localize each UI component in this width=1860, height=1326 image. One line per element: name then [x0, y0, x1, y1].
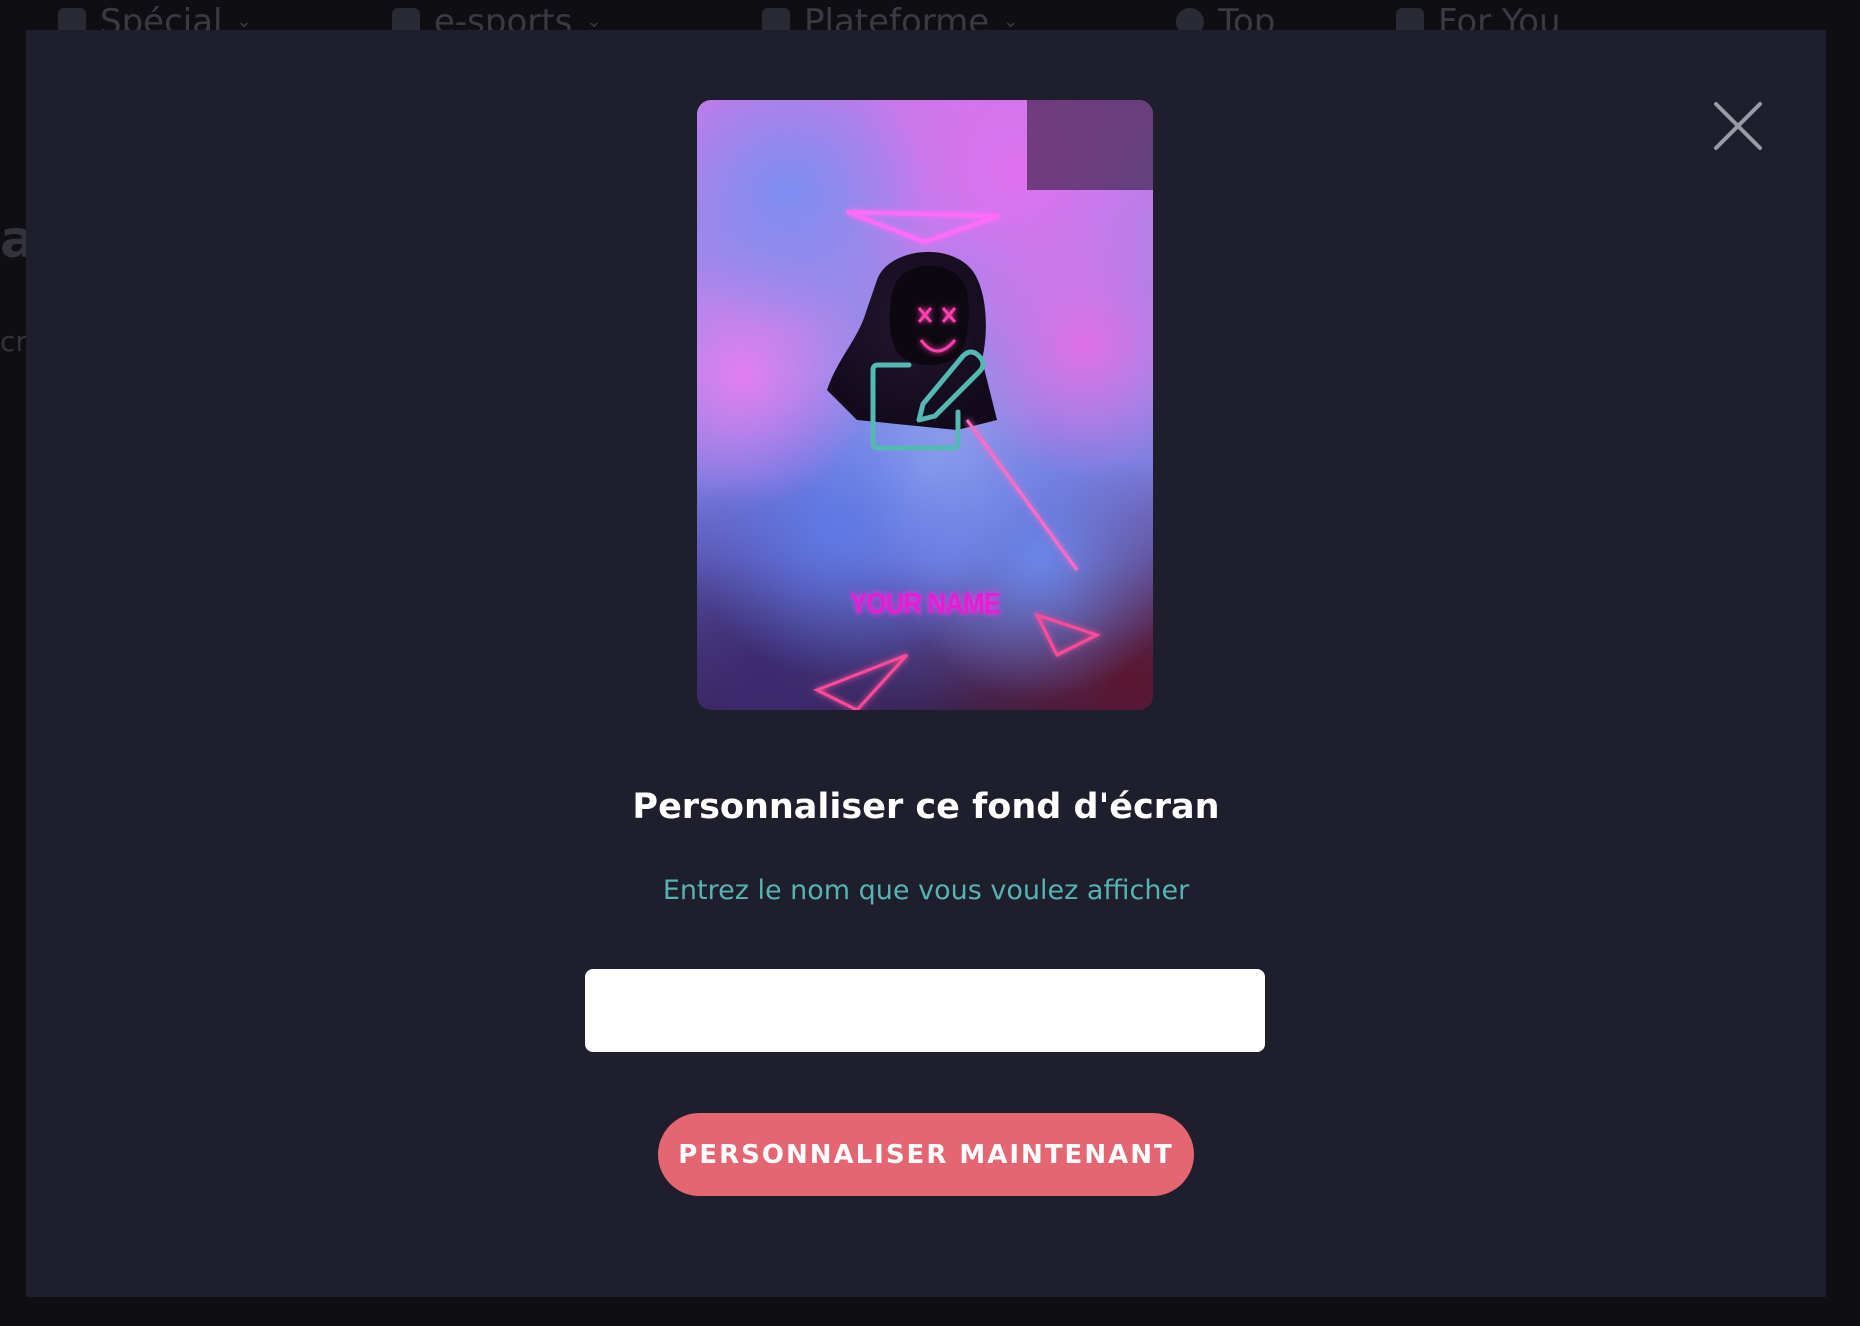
- nav-item-top: Top: [1176, 2, 1275, 30]
- wallpaper-preview[interactable]: YOUR NAME: [697, 100, 1153, 710]
- chevron-down-icon: ⌄: [586, 11, 602, 30]
- nav-item-label: For You: [1438, 2, 1561, 30]
- chevron-down-icon: ⌄: [236, 11, 252, 30]
- background-nav-bar: Spécial ⌄ e-sports ⌄ Plateforme ⌄ Top Fo…: [0, 0, 1860, 30]
- nav-item-for-you: For You: [1396, 2, 1561, 30]
- controller-icon: [392, 8, 420, 30]
- modal-subtitle: Entrez le nom que vous voulez afficher: [662, 875, 1190, 906]
- background-text-fragment: cr: [0, 325, 27, 358]
- nav-item-plateforme: Plateforme ⌄: [762, 2, 1018, 30]
- nav-item-label: e-sports: [434, 2, 573, 30]
- preview-name-text: YOUR NAME: [850, 585, 1001, 621]
- close-icon[interactable]: [1708, 96, 1768, 156]
- chevron-down-icon: ⌄: [1003, 11, 1019, 30]
- personalize-now-button[interactable]: PERSONNALISER MAINTENANT: [658, 1113, 1194, 1196]
- nav-item-label: Plateforme: [804, 2, 990, 30]
- name-input[interactable]: [585, 969, 1265, 1052]
- nav-item-special: Spécial ⌄: [58, 2, 252, 30]
- close-button[interactable]: [1708, 96, 1768, 156]
- sparkle-icon: [58, 8, 86, 30]
- device-icon: [762, 8, 790, 30]
- user-icon: [1396, 8, 1424, 30]
- nav-item-label: Top: [1218, 2, 1276, 30]
- nav-item-label: Spécial: [100, 2, 223, 30]
- nav-item-esports: e-sports ⌄: [392, 2, 601, 30]
- modal-title: Personnaliser ce fond d'écran: [632, 787, 1220, 827]
- trophy-icon: [1176, 8, 1204, 30]
- customize-wallpaper-modal: YOUR NAME Personnaliser ce fond d'écran …: [26, 30, 1826, 1297]
